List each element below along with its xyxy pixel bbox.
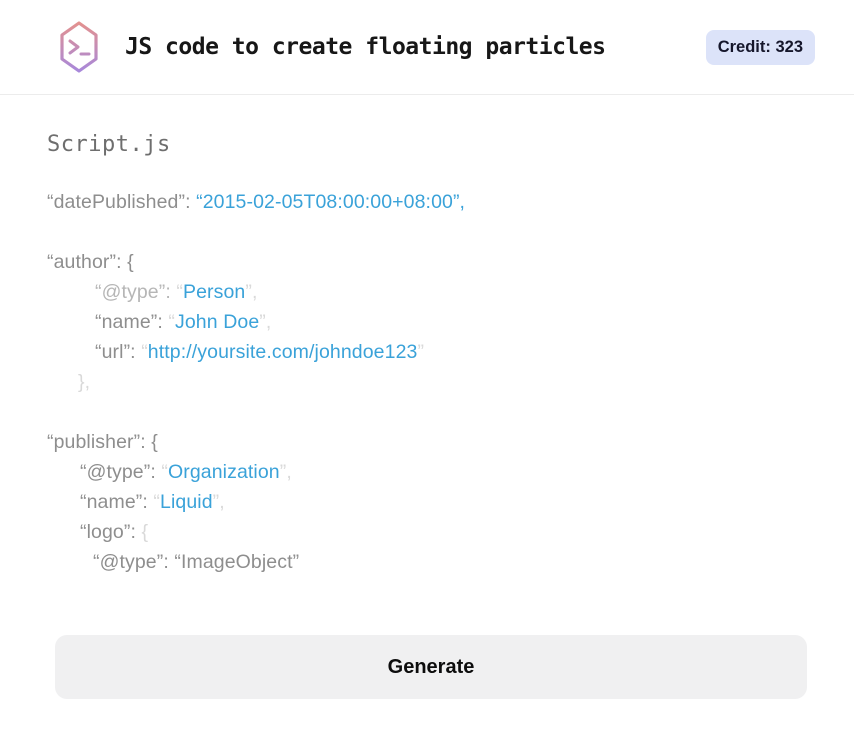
code-token: Person xyxy=(182,281,246,303)
code-line: “@type”: “Organization”, xyxy=(47,457,854,487)
code-token: ”, xyxy=(245,281,258,303)
code-line: “name”: “John Doe”, xyxy=(47,307,854,337)
header: JS code to create floating particles Cre… xyxy=(0,0,854,95)
code-line: “datePublished”: “2015-02-05T08:00:00+08… xyxy=(47,187,854,217)
code-line: “url”: “http://yoursite.com/johndoe123” xyxy=(47,337,854,367)
code-token: “2015-02-05T08:00:00+08:00”, xyxy=(196,191,466,213)
code-token: “name”: xyxy=(95,311,169,333)
code-token: ”, xyxy=(212,491,225,513)
code-line: “@type”: “Person”, xyxy=(47,277,854,307)
credit-badge: Credit: 323 xyxy=(705,29,815,65)
code-token: Organization xyxy=(167,461,280,483)
code-token: “logo”: xyxy=(80,521,142,543)
code-token: { xyxy=(141,521,149,543)
code-token: “url”: xyxy=(95,341,142,363)
code-token: “@type”: xyxy=(95,281,177,303)
code-line: “name”: “Liquid”, xyxy=(47,487,854,517)
code-token: John Doe xyxy=(175,311,260,333)
code-token: Liquid xyxy=(160,491,213,513)
code-token: “datePublished”: xyxy=(47,191,197,213)
code-token: “ xyxy=(176,281,183,303)
main-content: Script.js “datePublished”: “2015-02-05T0… xyxy=(0,95,854,699)
code-token: “ xyxy=(161,461,168,483)
code-token: }, xyxy=(78,371,91,393)
code-block: “datePublished”: “2015-02-05T08:00:00+08… xyxy=(47,187,854,577)
code-token: “ xyxy=(141,341,148,363)
code-token: “publisher”: { xyxy=(47,431,158,453)
code-token: “ xyxy=(168,311,175,333)
code-line: “publisher”: { xyxy=(47,427,854,457)
terminal-prompt-hexagon-icon xyxy=(55,18,103,76)
page-title: JS code to create floating particles xyxy=(125,34,606,60)
code-token: “ xyxy=(153,491,160,513)
code-line: “author”: { xyxy=(47,247,854,277)
filename-heading: Script.js xyxy=(47,132,171,157)
code-token: ”, xyxy=(279,461,292,483)
generate-button[interactable]: Generate xyxy=(55,635,807,699)
code-token: ”, xyxy=(259,311,272,333)
code-token: “@type”: “ImageObject” xyxy=(93,551,300,573)
code-token: “author”: { xyxy=(47,251,134,273)
code-line: }, xyxy=(47,367,854,397)
code-token: “@type”: xyxy=(80,461,162,483)
code-line: “@type”: “ImageObject” xyxy=(47,547,854,577)
code-token: http://yoursite.com/johndoe123 xyxy=(147,341,418,363)
code-token: ” xyxy=(417,341,425,363)
code-token: “name”: xyxy=(80,491,154,513)
code-line: “logo”: { xyxy=(47,517,854,547)
